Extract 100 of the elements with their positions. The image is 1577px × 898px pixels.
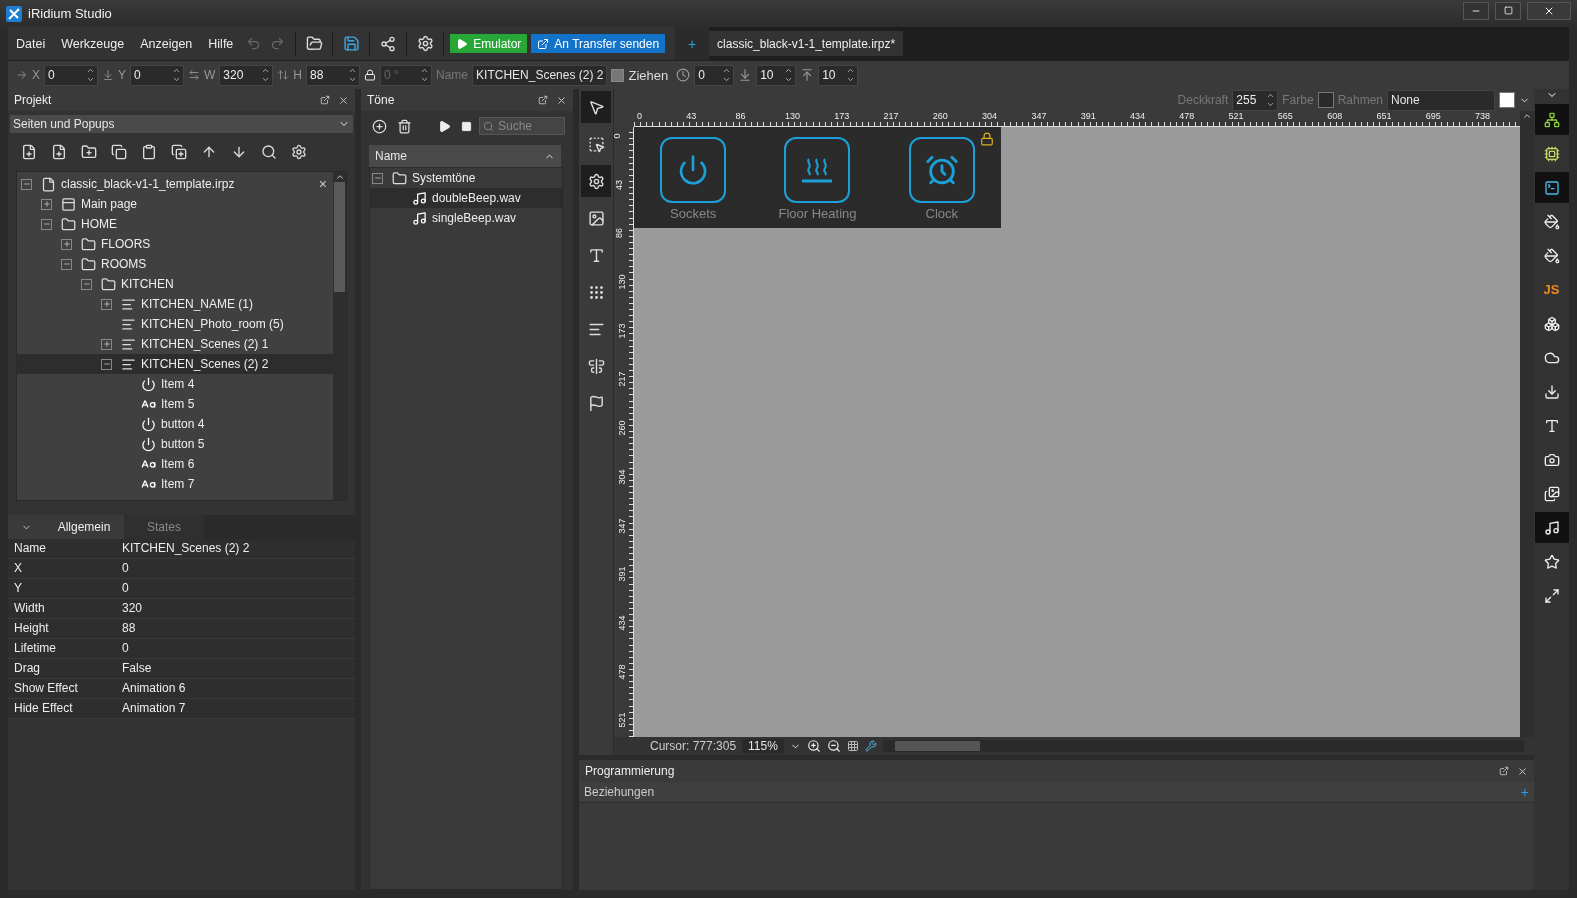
expand-toggle[interactable] (81, 278, 92, 290)
tree-item[interactable]: singleBeep.wav (370, 208, 562, 228)
tab[interactable]: States (124, 515, 204, 539)
expand-toggle[interactable] (61, 238, 72, 250)
spin-field[interactable]: 255 (1232, 89, 1279, 111)
expand-toggle[interactable] (41, 218, 52, 230)
property-value[interactable]: 320 (116, 599, 355, 619)
scrollbar[interactable] (882, 740, 1524, 752)
property-value[interactable]: 0 (116, 639, 355, 659)
spin-field[interactable]: 88 (306, 64, 361, 86)
field-label: W (204, 68, 216, 82)
tile-label: Clock (925, 206, 959, 221)
color-swatch[interactable] (1317, 92, 1334, 108)
scrollbar[interactable] (1520, 111, 1534, 737)
tree-item[interactable]: KITCHEN_Photo_room (5) (17, 314, 333, 334)
property-value[interactable]: Animation 7 (116, 699, 355, 719)
property-name: Y (8, 579, 116, 599)
property-value[interactable]: False (116, 659, 355, 679)
tree-item[interactable]: classic_black-v1-1_template.irpz × (17, 174, 333, 194)
scrollbar[interactable] (333, 172, 346, 500)
settings-icon (291, 144, 307, 160)
tree-item[interactable]: Item 5 (17, 394, 333, 414)
hierarchy-button[interactable] (1534, 104, 1569, 135)
expand-toggle[interactable] (101, 298, 112, 310)
tree-item[interactable]: Item 4 (17, 374, 333, 394)
grid-icon (846, 740, 859, 752)
field-label: Y (118, 68, 127, 82)
spin-field[interactable]: 10 (756, 64, 797, 86)
terminal-button[interactable] (1534, 172, 1569, 203)
music-note-icon (1543, 519, 1560, 536)
tree-item[interactable]: KITCHEN_Scenes (2) 2 (17, 354, 333, 374)
pointer-tool[interactable] (581, 91, 611, 123)
tree-item[interactable]: FLOORS (17, 234, 333, 254)
tree-item[interactable]: Item 6 (17, 454, 333, 474)
tile-button[interactable] (784, 137, 851, 203)
frame-dropdown[interactable]: None (1387, 89, 1495, 111)
property-value[interactable]: 88 (116, 619, 355, 639)
spin-field[interactable]: 320 (219, 64, 274, 86)
popup-panel[interactable]: Sockets Floor Heating Clock (634, 127, 1001, 228)
name-field[interactable]: KITCHEN_Scenes (2) 2 (472, 64, 608, 86)
property-name: Height (8, 619, 116, 639)
property-value[interactable]: 0 (116, 579, 355, 599)
layer-up-icon (800, 68, 815, 82)
expand-toggle[interactable] (101, 358, 112, 370)
tree-item[interactable]: Main page (17, 194, 333, 214)
plus-icon (62, 240, 71, 248)
spin-field[interactable]: 0 (44, 64, 98, 86)
minus-icon (62, 260, 71, 268)
page-icon (61, 196, 76, 212)
search-field[interactable]: Suche (479, 117, 565, 135)
menu-item[interactable]: Anzeigen (132, 36, 201, 51)
menu-item[interactable]: Werkzeuge (53, 36, 133, 51)
tree-item[interactable]: HOME (17, 214, 333, 234)
add-button[interactable]: + (1520, 784, 1529, 800)
tree-item[interactable]: button 4 (17, 414, 333, 434)
cubes-icon (1543, 315, 1560, 332)
expand-toggle[interactable] (41, 198, 52, 210)
checkbox[interactable] (611, 68, 625, 82)
expand-toggle[interactable] (101, 338, 112, 350)
maximize-icon (1503, 6, 1513, 15)
expand-toggle[interactable] (21, 178, 32, 190)
tree-item[interactable]: Systemtöne (370, 168, 562, 188)
area-select-icon (587, 135, 605, 153)
transfer-button[interactable]: An Transfer senden (531, 34, 666, 53)
tile-button[interactable] (908, 137, 975, 203)
terminal-icon (1543, 179, 1560, 196)
expand-toggle[interactable] (372, 172, 383, 184)
expand-toggle[interactable] (61, 258, 72, 270)
tile-button[interactable] (660, 137, 727, 203)
property-value[interactable]: Animation 6 (116, 679, 355, 699)
tree-item[interactable]: KITCHEN_Scenes (2) 1 (17, 334, 333, 354)
new-tab-button[interactable]: + (675, 27, 710, 60)
spin-field[interactable]: 10 (818, 64, 859, 86)
document-tab[interactable]: classic_black-v1-1_template.irpz* (709, 31, 904, 56)
maximize-button[interactable] (1495, 1, 1521, 20)
tree-item[interactable]: KITCHEN (17, 274, 333, 294)
field-label: Rahmen (1337, 93, 1383, 107)
close-button[interactable]: × (318, 176, 327, 192)
menu-item[interactable]: Hilfe (200, 36, 242, 51)
property-value[interactable]: 0 (116, 559, 355, 579)
tree-item[interactable]: ROOMS (17, 254, 333, 274)
music-note-button[interactable] (1534, 512, 1569, 543)
spin-field[interactable]: 0 (130, 64, 185, 86)
settings-tool[interactable] (581, 165, 611, 197)
tree-item[interactable]: KITCHEN_NAME (1) (17, 294, 333, 314)
menu-item[interactable]: Datei (8, 36, 54, 51)
property-value[interactable]: KITCHEN_Scenes (2) 2 (116, 539, 355, 559)
zoom-field[interactable]: 115% (742, 739, 784, 753)
column-header[interactable]: Name (369, 145, 561, 167)
tree-item[interactable]: Item 7 (17, 474, 333, 494)
play-icon (456, 37, 469, 50)
tab[interactable]: Allgemein (44, 515, 124, 539)
checkbox-label: Ziehen (628, 67, 669, 83)
minimize-button[interactable] (1463, 1, 1489, 20)
tree-item[interactable]: button 5 (17, 434, 333, 454)
script-button[interactable]: JS (1534, 274, 1569, 305)
tree-item[interactable]: doubleBeep.wav (370, 188, 562, 208)
filter-dropdown[interactable]: Seiten und Popups (10, 115, 353, 133)
color-swatch[interactable] (1499, 92, 1515, 108)
spin-field[interactable]: 0 (694, 64, 735, 86)
